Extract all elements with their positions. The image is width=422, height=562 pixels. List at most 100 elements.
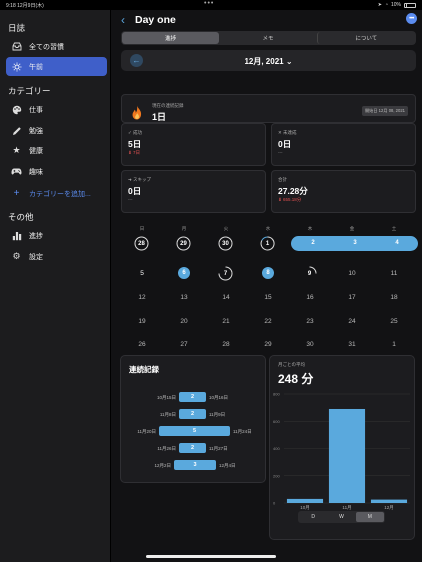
calendar-day[interactable]: 11 <box>373 270 415 277</box>
calendar-day-ring[interactable]: 9 <box>302 266 317 281</box>
current-streak-card: 現在の連続記録 1日 開始日 12月 08, 2021 <box>121 94 416 123</box>
calendar-day[interactable]: 14 <box>205 294 247 301</box>
start-date-badge: 開始日 12月 08, 2021 <box>361 106 408 116</box>
streaks-title: 連続記録 <box>129 365 159 374</box>
streaks-panel: 連続記録 10月15日 2 10月16日 11月8日 2 11月9日 11月20日 5 11月2… <box>120 355 266 483</box>
timeframe-day[interactable]: D <box>299 512 327 522</box>
more-options-icon[interactable]: ••• <box>406 13 417 24</box>
streak-end-date: 11月9日 <box>209 412 226 417</box>
month-selector: ← 12月, 2021 ⌄ <box>121 50 416 71</box>
plus-icon: + <box>13 188 20 199</box>
sidebar-item-study[interactable]: 勉強 <box>6 121 107 140</box>
streak-bar: 3 <box>174 460 216 470</box>
tab-about[interactable]: について <box>316 32 415 44</box>
streak-start-date: 10月15日 <box>156 395 176 400</box>
calendar-day[interactable]: 31 <box>331 341 373 348</box>
chart-bar <box>328 408 366 503</box>
sidebar-item-settings[interactable]: ⚙ 設定 <box>6 247 107 266</box>
y-tick-label: 0 <box>273 501 276 506</box>
streak-start-date: 12月2日 <box>154 463 171 468</box>
main-content: ‹ Day one ••• 進捗 メモ について ← 12月, 2021 ⌄ 現… <box>111 10 422 562</box>
weekday-label: 火 <box>223 226 229 231</box>
weekday-label: 水 <box>265 226 271 231</box>
calendar-day: 3 <box>353 240 357 246</box>
calendar-day[interactable]: 24 <box>331 318 373 325</box>
sidebar-item-all-habits[interactable]: 全ての習慣 <box>6 37 107 56</box>
weekday-label: 金 <box>349 226 355 231</box>
sidebar-item-work[interactable]: 仕事 <box>6 100 107 119</box>
calendar-day[interactable]: 22 <box>247 318 289 325</box>
tab-memo[interactable]: メモ <box>219 32 316 44</box>
flame-icon <box>131 105 143 123</box>
calendar-day[interactable]: 26 <box>121 341 163 348</box>
sidebar-item-health[interactable]: ★ 健康 <box>6 141 107 160</box>
calendar-day[interactable]: 21 <box>205 318 247 325</box>
arrow-down-icon: ⬇ <box>278 197 282 202</box>
multitask-dots-icon[interactable]: ••• <box>204 0 214 7</box>
stat-card-success: ✓ 成功 5日 ⬇ 7日 <box>121 123 266 166</box>
chevron-down-icon: ⌄ <box>285 57 293 66</box>
calendar-day-ring[interactable]: 28 <box>134 236 149 251</box>
weekday-label: 日 <box>139 226 145 231</box>
arrow-down-icon: ⬇ <box>128 150 132 155</box>
x-icon: ✕ <box>278 130 282 135</box>
streak-highlight-pill[interactable]: 2 3 4 <box>291 236 418 251</box>
streak-row: 11月20日 5 11月24日 <box>121 426 267 436</box>
fail-sub: --- <box>278 150 283 155</box>
timeframe-week[interactable]: W <box>327 512 355 522</box>
streak-start-date: 11月20日 <box>137 429 156 434</box>
timeframe-month[interactable]: M <box>355 512 384 522</box>
sidebar-item-progress[interactable]: 進捗 <box>6 226 107 245</box>
pencil-icon <box>11 125 22 136</box>
month-dropdown[interactable]: 12月, 2021 ⌄ <box>121 56 416 67</box>
star-icon: ★ <box>12 145 21 155</box>
weekday-label: 土 <box>391 226 397 231</box>
status-bar: 9:18 12月9日(木) ••• ➤ ◔ 10% <box>0 0 422 9</box>
calendar-day-ring[interactable]: 30 <box>218 236 233 251</box>
calendar-day-ring[interactable]: 1 <box>260 236 275 251</box>
calendar-day[interactable]: 16 <box>289 294 331 301</box>
calendar-day-filled[interactable]: 8 <box>262 267 274 279</box>
page-title: Day one <box>135 14 176 26</box>
calendar-day[interactable]: 23 <box>289 318 331 325</box>
calendar-day-ring[interactable]: 29 <box>176 236 191 251</box>
section-diary: 日誌 <box>8 23 26 33</box>
calendar-day[interactable]: 29 <box>247 341 289 348</box>
tray-icon <box>11 41 22 52</box>
calendar-day-filled[interactable]: 6 <box>178 267 190 279</box>
section-category: カテゴリー <box>8 86 51 96</box>
home-indicator[interactable] <box>146 555 276 558</box>
skip-arrow-icon: ➜ <box>128 177 132 182</box>
add-category-button[interactable]: + カテゴリーを追加... <box>6 184 107 203</box>
chart-bar <box>286 498 324 503</box>
calendar-day[interactable]: 12 <box>121 294 163 301</box>
sidebar-item-morning[interactable]: 午前 <box>6 57 107 76</box>
sidebar-item-hobby[interactable]: 趣味 <box>6 162 107 181</box>
streak-row: 10月15日 2 10月16日 <box>121 392 267 402</box>
status-right: ➤ ◔ 10% <box>378 2 416 8</box>
tab-progress[interactable]: 進捗 <box>122 32 220 44</box>
y-tick-label: 400 <box>273 446 280 451</box>
calendar-day[interactable]: 1 <box>373 341 415 348</box>
chart-bar-icon <box>11 230 22 241</box>
calendar-day[interactable]: 20 <box>163 318 205 325</box>
streak-bar: 2 <box>179 443 206 453</box>
back-chevron-icon[interactable]: ‹ <box>121 13 125 27</box>
calendar-day[interactable]: 25 <box>373 318 415 325</box>
calendar-day[interactable]: 10 <box>331 270 373 277</box>
calendar-day[interactable]: 5 <box>121 270 163 277</box>
sun-icon <box>11 61 22 72</box>
calendar-day-ring[interactable]: 7 <box>218 266 233 281</box>
calendar-day[interactable]: 18 <box>373 294 415 301</box>
chart-bar <box>370 499 408 503</box>
calendar-day[interactable]: 30 <box>289 341 331 348</box>
calendar-day[interactable]: 13 <box>163 294 205 301</box>
battery-percent: 10% <box>390 2 401 8</box>
calendar-day[interactable]: 15 <box>247 294 289 301</box>
calendar-day[interactable]: 28 <box>205 341 247 348</box>
calendar-day[interactable]: 27 <box>163 341 205 348</box>
calendar-day[interactable]: 19 <box>121 318 163 325</box>
streak-row: 11月26日 2 11月27日 <box>121 443 267 453</box>
streak-end-date: 11月24日 <box>233 429 252 434</box>
calendar-day[interactable]: 17 <box>331 294 373 301</box>
